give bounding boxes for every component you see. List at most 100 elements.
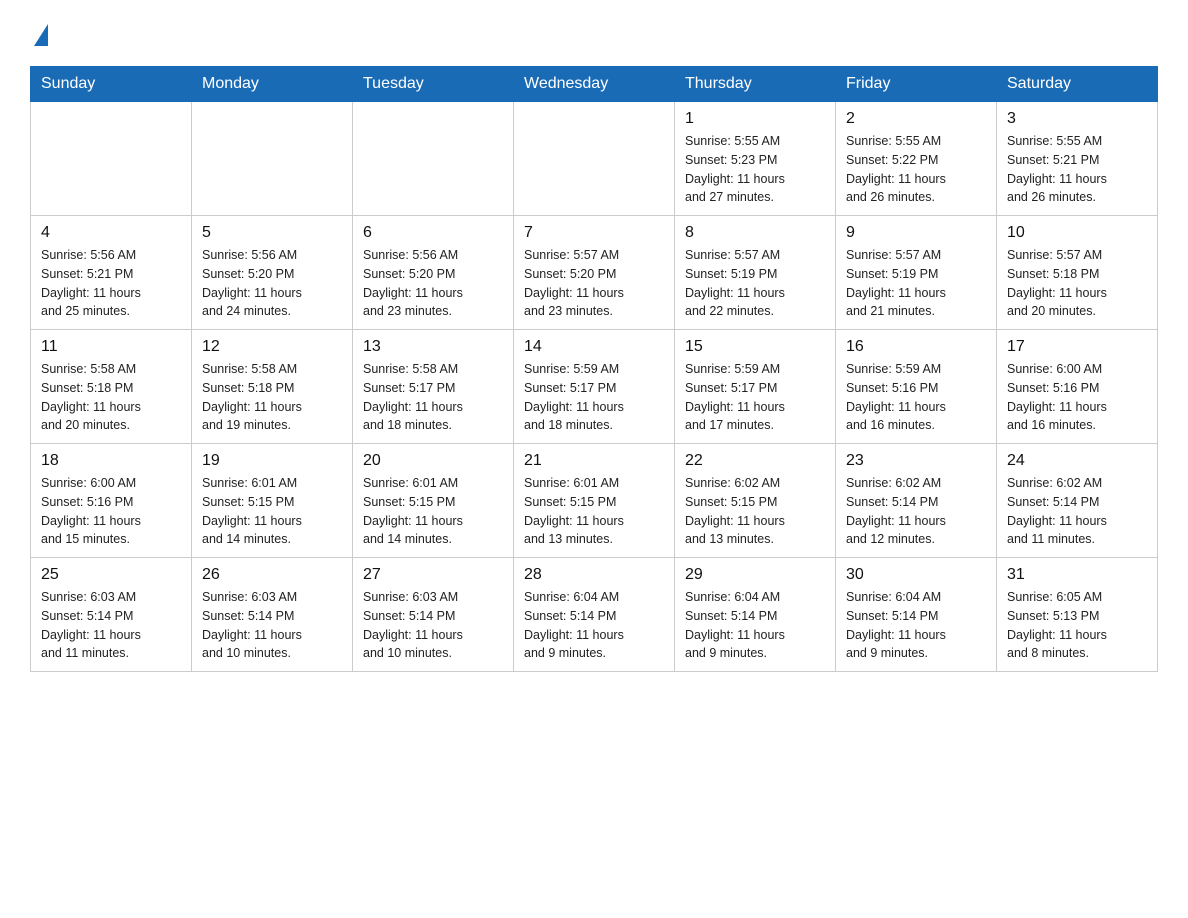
- day-number: 9: [846, 224, 986, 242]
- day-number: 29: [685, 566, 825, 584]
- calendar-day-cell: 9 Sunrise: 5:57 AMSunset: 5:19 PMDaylight…: [836, 216, 997, 330]
- day-info: Sunrise: 6:04 AMSunset: 5:14 PMDaylight:…: [685, 588, 825, 663]
- calendar-day-cell: 26Sunrise: 6:03 AMSunset: 5:14 PMDayligh…: [192, 558, 353, 672]
- day-info: Sunrise: 5:55 AMSunset: 5:22 PMDaylight:…: [846, 132, 986, 207]
- day-number: 14: [524, 338, 664, 356]
- calendar-day-cell: 23 Sunrise: 6:02 AMSunset: 5:14 PMDayligh…: [836, 444, 997, 558]
- day-of-week-header: Sunday: [31, 67, 192, 102]
- calendar-table: SundayMondayTuesdayWednesdayThursdayFrid…: [30, 66, 1158, 672]
- day-number: 23: [846, 452, 986, 470]
- day-info: Sunrise: 5:55 AMSunset: 5:21 PMDaylight:…: [1007, 132, 1147, 207]
- calendar-day-cell: 1 Sunrise: 5:55 AMSunset: 5:23 PMDaylight…: [675, 102, 836, 216]
- calendar-day-cell: 19 Sunrise: 6:01 AMSunset: 5:15 PMDayligh…: [192, 444, 353, 558]
- day-info: Sunrise: 6:02 AMSunset: 5:15 PMDaylight:…: [685, 474, 825, 549]
- calendar-day-cell: 7 Sunrise: 5:57 AMSunset: 5:20 PMDaylight…: [514, 216, 675, 330]
- calendar-day-cell: 12 Sunrise: 5:58 AMSunset: 5:18 PMDayligh…: [192, 330, 353, 444]
- calendar-day-cell: [31, 102, 192, 216]
- calendar-day-cell: [192, 102, 353, 216]
- day-of-week-header: Monday: [192, 67, 353, 102]
- calendar-day-cell: 24Sunrise: 6:02 AMSunset: 5:14 PMDayligh…: [997, 444, 1158, 558]
- calendar-day-cell: 21 Sunrise: 6:01 AMSunset: 5:15 PMDayligh…: [514, 444, 675, 558]
- calendar-day-cell: 5 Sunrise: 5:56 AMSunset: 5:20 PMDaylight…: [192, 216, 353, 330]
- day-info: Sunrise: 6:04 AMSunset: 5:14 PMDaylight:…: [524, 588, 664, 663]
- day-info: Sunrise: 6:03 AMSunset: 5:14 PMDaylight:…: [363, 588, 503, 663]
- calendar-day-cell: 14 Sunrise: 5:59 AMSunset: 5:17 PMDayligh…: [514, 330, 675, 444]
- day-info: Sunrise: 5:59 AMSunset: 5:16 PMDaylight:…: [846, 360, 986, 435]
- calendar-day-cell: 18 Sunrise: 6:00 AMSunset: 5:16 PMDayligh…: [31, 444, 192, 558]
- day-info: Sunrise: 6:01 AMSunset: 5:15 PMDaylight:…: [524, 474, 664, 549]
- calendar-day-cell: 27 Sunrise: 6:03 AMSunset: 5:14 PMDayligh…: [353, 558, 514, 672]
- day-number: 17: [1007, 338, 1147, 356]
- calendar-day-cell: 20 Sunrise: 6:01 AMSunset: 5:15 PMDayligh…: [353, 444, 514, 558]
- day-info: Sunrise: 6:00 AMSunset: 5:16 PMDaylight:…: [1007, 360, 1147, 435]
- logo: [30, 20, 50, 46]
- day-number: 10: [1007, 224, 1147, 242]
- day-info: Sunrise: 6:05 AMSunset: 5:13 PMDaylight:…: [1007, 588, 1147, 663]
- calendar-day-cell: 15 Sunrise: 5:59 AMSunset: 5:17 PMDayligh…: [675, 330, 836, 444]
- day-number: 5: [202, 224, 342, 242]
- calendar-day-cell: 10 Sunrise: 5:57 AMSunset: 5:18 PMDayligh…: [997, 216, 1158, 330]
- day-info: Sunrise: 6:01 AMSunset: 5:15 PMDaylight:…: [363, 474, 503, 549]
- day-info: Sunrise: 6:04 AMSunset: 5:14 PMDaylight:…: [846, 588, 986, 663]
- day-number: 30: [846, 566, 986, 584]
- day-info: Sunrise: 5:59 AMSunset: 5:17 PMDaylight:…: [685, 360, 825, 435]
- day-info: Sunrise: 5:58 AMSunset: 5:17 PMDaylight:…: [363, 360, 503, 435]
- day-info: Sunrise: 6:00 AMSunset: 5:16 PMDaylight:…: [41, 474, 181, 549]
- calendar-day-cell: 3 Sunrise: 5:55 AMSunset: 5:21 PMDaylight…: [997, 102, 1158, 216]
- day-info: Sunrise: 6:03 AMSunset: 5:14 PMDaylight:…: [202, 588, 342, 663]
- day-info: Sunrise: 5:56 AMSunset: 5:21 PMDaylight:…: [41, 246, 181, 321]
- calendar-day-cell: 31Sunrise: 6:05 AMSunset: 5:13 PMDayligh…: [997, 558, 1158, 672]
- calendar-day-cell: 22 Sunrise: 6:02 AMSunset: 5:15 PMDayligh…: [675, 444, 836, 558]
- day-of-week-header: Friday: [836, 67, 997, 102]
- day-info: Sunrise: 6:02 AMSunset: 5:14 PMDaylight:…: [846, 474, 986, 549]
- calendar-day-cell: 4 Sunrise: 5:56 AMSunset: 5:21 PMDaylight…: [31, 216, 192, 330]
- calendar-day-cell: 29 Sunrise: 6:04 AMSunset: 5:14 PMDayligh…: [675, 558, 836, 672]
- day-of-week-header: Tuesday: [353, 67, 514, 102]
- day-info: Sunrise: 5:57 AMSunset: 5:19 PMDaylight:…: [846, 246, 986, 321]
- day-number: 27: [363, 566, 503, 584]
- day-number: 3: [1007, 110, 1147, 128]
- calendar-day-cell: 16 Sunrise: 5:59 AMSunset: 5:16 PMDayligh…: [836, 330, 997, 444]
- calendar-day-cell: [353, 102, 514, 216]
- calendar-day-cell: 2 Sunrise: 5:55 AMSunset: 5:22 PMDaylight…: [836, 102, 997, 216]
- day-number: 16: [846, 338, 986, 356]
- logo-triangle-icon: [34, 24, 48, 46]
- day-number: 24: [1007, 452, 1147, 470]
- day-number: 28: [524, 566, 664, 584]
- day-info: Sunrise: 5:57 AMSunset: 5:19 PMDaylight:…: [685, 246, 825, 321]
- day-number: 19: [202, 452, 342, 470]
- calendar-day-cell: 8Sunrise: 5:57 AMSunset: 5:19 PMDaylight…: [675, 216, 836, 330]
- day-number: 6: [363, 224, 503, 242]
- day-number: 18: [41, 452, 181, 470]
- day-info: Sunrise: 5:58 AMSunset: 5:18 PMDaylight:…: [202, 360, 342, 435]
- calendar-day-cell: 13 Sunrise: 5:58 AMSunset: 5:17 PMDayligh…: [353, 330, 514, 444]
- day-number: 22: [685, 452, 825, 470]
- day-of-week-header: Wednesday: [514, 67, 675, 102]
- day-number: 12: [202, 338, 342, 356]
- calendar-week-row: 4 Sunrise: 5:56 AMSunset: 5:21 PMDaylight…: [31, 216, 1158, 330]
- day-number: 20: [363, 452, 503, 470]
- day-of-week-header: Saturday: [997, 67, 1158, 102]
- calendar-day-cell: 6 Sunrise: 5:56 AMSunset: 5:20 PMDaylight…: [353, 216, 514, 330]
- day-info: Sunrise: 6:01 AMSunset: 5:15 PMDaylight:…: [202, 474, 342, 549]
- calendar-week-row: 25Sunrise: 6:03 AMSunset: 5:14 PMDayligh…: [31, 558, 1158, 672]
- day-number: 4: [41, 224, 181, 242]
- day-info: Sunrise: 5:59 AMSunset: 5:17 PMDaylight:…: [524, 360, 664, 435]
- calendar-week-row: 1 Sunrise: 5:55 AMSunset: 5:23 PMDaylight…: [31, 102, 1158, 216]
- day-of-week-header: Thursday: [675, 67, 836, 102]
- day-number: 1: [685, 110, 825, 128]
- day-number: 7: [524, 224, 664, 242]
- day-number: 21: [524, 452, 664, 470]
- day-info: Sunrise: 5:56 AMSunset: 5:20 PMDaylight:…: [202, 246, 342, 321]
- day-info: Sunrise: 6:03 AMSunset: 5:14 PMDaylight:…: [41, 588, 181, 663]
- day-number: 11: [41, 338, 181, 356]
- day-info: Sunrise: 5:56 AMSunset: 5:20 PMDaylight:…: [363, 246, 503, 321]
- day-info: Sunrise: 5:57 AMSunset: 5:18 PMDaylight:…: [1007, 246, 1147, 321]
- day-info: Sunrise: 5:57 AMSunset: 5:20 PMDaylight:…: [524, 246, 664, 321]
- calendar-day-cell: 28 Sunrise: 6:04 AMSunset: 5:14 PMDayligh…: [514, 558, 675, 672]
- calendar-day-cell: 11Sunrise: 5:58 AMSunset: 5:18 PMDayligh…: [31, 330, 192, 444]
- day-number: 2: [846, 110, 986, 128]
- day-number: 13: [363, 338, 503, 356]
- day-number: 15: [685, 338, 825, 356]
- day-info: Sunrise: 5:55 AMSunset: 5:23 PMDaylight:…: [685, 132, 825, 207]
